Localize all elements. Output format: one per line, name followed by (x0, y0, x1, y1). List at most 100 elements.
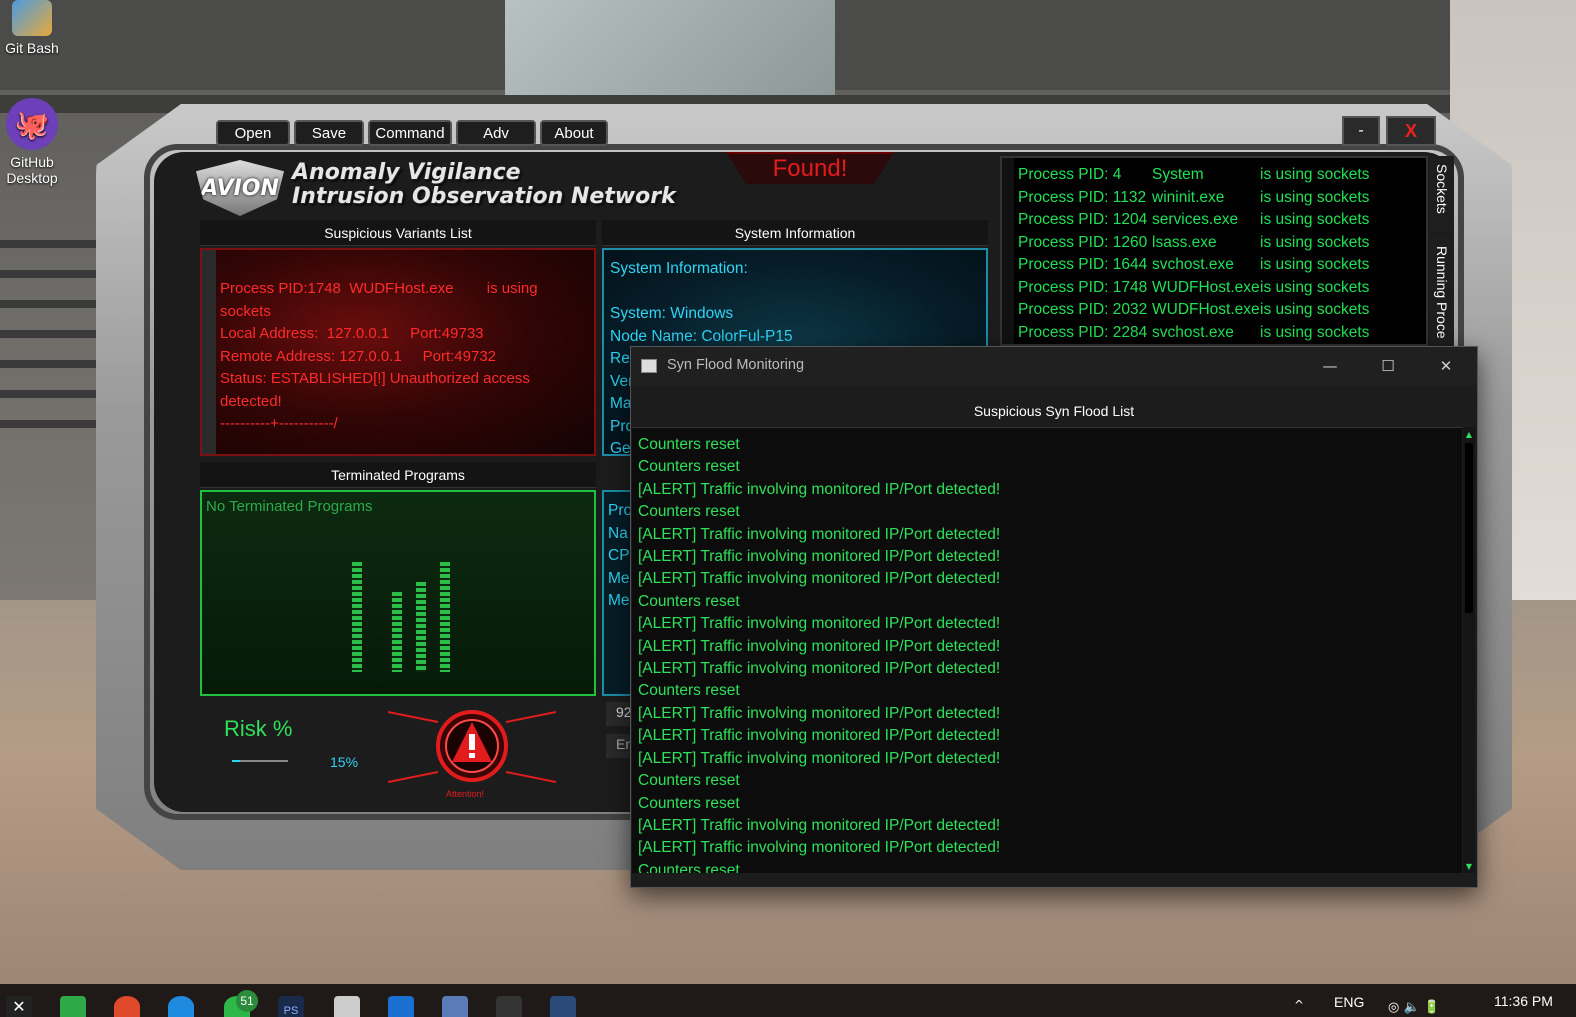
sockets-scrollbar[interactable] (1002, 158, 1014, 344)
list-item[interactable]: [ALERT] Traffic involving monitored IP/P… (638, 613, 1000, 635)
clock[interactable]: 11:36 PM (1494, 993, 1553, 1009)
edge-icon[interactable] (168, 996, 194, 1017)
attention-label: Attention! (446, 789, 485, 799)
socket-pid: Process PID: 1644 (1018, 256, 1148, 273)
photoshop-icon[interactable]: PS (278, 996, 304, 1017)
chrome-icon[interactable] (114, 996, 140, 1017)
socket-pid: Process PID: 2284 (1018, 323, 1148, 341)
risk-value: 15% (330, 754, 359, 770)
list-item[interactable]: Counters reset (638, 770, 1000, 792)
attention-warning-icon (388, 710, 556, 783)
desktop-icon-git-bash[interactable]: Git Bash (0, 0, 64, 56)
socket-status: is using sockets (1260, 323, 1370, 341)
list-item[interactable]: [ALERT] Traffic involving monitored IP/P… (638, 837, 1000, 859)
list-item[interactable]: Counters reset (638, 680, 1000, 702)
app-icon[interactable] (550, 996, 576, 1017)
vscode-icon[interactable] (388, 996, 414, 1017)
list-item[interactable]: [ALERT] Traffic involving monitored IP/P… (638, 815, 1000, 837)
socket-pid: Process PID: 1260 (1018, 233, 1148, 251)
socket-pid: Process PID: 1204 (1018, 211, 1148, 228)
decor-bar (440, 562, 450, 672)
tab-running-processes[interactable]: Running Proce (1430, 238, 1454, 348)
syn-flood-list-header: Suspicious Syn Flood List (973, 403, 1135, 419)
list-item[interactable]: [ALERT] Traffic involving monitored IP/P… (638, 524, 1000, 546)
syn-flood-list[interactable]: Counters reset Counters reset [ALERT] Traf… (632, 427, 1462, 873)
status-indicator: Found! (726, 152, 894, 184)
socket-process-name: wininit.exe (1152, 188, 1225, 206)
syn-flood-titlebar[interactable]: Syn Flood Monitoring — ☐ ✕ (631, 347, 1477, 385)
minimize-button[interactable]: — (1307, 351, 1353, 381)
logo-title-line2: Intrusion Observation Network (292, 184, 676, 209)
tab-sockets[interactable]: Sockets (1430, 156, 1454, 232)
sockets-list[interactable]: Process PID: 4 System is using sockets P… (1000, 156, 1428, 346)
tray-icons[interactable]: ◎ 🔈 🔋 (1388, 1000, 1440, 1015)
desktop-icon-github-desktop[interactable]: 🐙 GitHub Desktop (0, 98, 64, 186)
socket-process-name: System (1152, 166, 1204, 183)
list-item[interactable]: [ALERT] Traffic involving monitored IP/P… (638, 703, 1000, 725)
list-item[interactable]: [ALERT] Traffic involving monitored IP/P… (638, 479, 1000, 501)
list-item[interactable]: Counters reset (638, 434, 1000, 456)
minimize-button[interactable]: - (1342, 116, 1380, 146)
socket-status: is using sockets (1260, 233, 1370, 251)
socket-pid: Process PID: 1748 (1018, 278, 1148, 296)
maximize-button[interactable]: ☐ (1365, 351, 1411, 381)
variants-text: Process PID:1748 WUDFHost.exe is using s… (220, 280, 538, 432)
list-item[interactable]: [ALERT] Traffic involving monitored IP/P… (638, 658, 1000, 680)
list-item[interactable]: [ALERT] Traffic involving monitored IP/P… (638, 568, 1000, 590)
socket-status: is using sockets (1260, 256, 1370, 273)
start-icon[interactable]: ✕ (6, 996, 32, 1017)
terminal-icon[interactable] (496, 996, 522, 1017)
app-logo: AVION Anomaly Vigilance Intrusion Observ… (196, 156, 676, 218)
list-item[interactable]: Counters reset (638, 591, 1000, 613)
list-item[interactable]: [ALERT] Traffic involving monitored IP/P… (638, 725, 1000, 747)
terminated-programs-list[interactable]: No Terminated Programs (200, 490, 596, 696)
close-button[interactable]: ✕ (1423, 351, 1469, 381)
app-icon[interactable] (334, 996, 360, 1017)
decor-bar (416, 582, 426, 672)
git-bash-icon (12, 0, 52, 36)
scroll-down-icon[interactable]: ▼ (1463, 861, 1475, 871)
command-button[interactable]: Command (368, 120, 452, 146)
socket-pid: Process PID: 4 (1018, 166, 1122, 183)
variants-scrollbar[interactable] (202, 250, 216, 454)
desktop-icon-label: GitHub Desktop (6, 154, 58, 186)
scroll-thumb[interactable] (1465, 443, 1473, 613)
socket-process-name: WUDFHost.exe (1152, 301, 1260, 318)
logo-title-line1: Anomaly Vigilance (292, 160, 521, 185)
list-item[interactable]: Counters reset (638, 793, 1000, 815)
notification-badge: 51 (236, 990, 258, 1012)
close-button[interactable]: X (1386, 116, 1436, 146)
chevron-up-icon[interactable]: ^ (1294, 998, 1304, 1012)
socket-process-name: svchost.exe (1152, 256, 1234, 273)
building-window (505, 0, 835, 110)
adv-button[interactable]: Adv (456, 120, 536, 146)
notepad-icon[interactable] (442, 996, 468, 1017)
list-item[interactable]: Counters reset (638, 501, 1000, 523)
socket-process-name: services.exe (1152, 211, 1239, 228)
syn-flood-window: Syn Flood Monitoring — ☐ ✕ Suspicious Sy… (630, 346, 1478, 888)
list-item[interactable]: [ALERT] Traffic involving monitored IP/P… (638, 748, 1000, 770)
list-item[interactable]: Counters reset (638, 860, 1000, 873)
open-button[interactable]: Open (216, 120, 290, 146)
risk-label: Risk % (224, 716, 293, 741)
list-item[interactable]: [ALERT] Traffic involving monitored IP/P… (638, 546, 1000, 568)
app-window-icon (641, 359, 657, 373)
list-item[interactable]: [ALERT] Traffic involving monitored IP/P… (638, 636, 1000, 658)
list-item[interactable]: Counters reset (638, 456, 1000, 478)
save-button[interactable]: Save (294, 120, 364, 146)
socket-status: is using sockets (1260, 166, 1370, 183)
system-information-header: System Information (602, 220, 988, 246)
scroll-up-icon[interactable]: ▲ (1463, 429, 1475, 439)
decor-bar (352, 562, 362, 672)
risk-progress-bar (232, 760, 288, 762)
logo-badge: AVION (196, 160, 284, 216)
terminated-programs-header: Terminated Programs (200, 462, 596, 488)
risk-progress-fill (232, 760, 241, 762)
suspicious-variants-list[interactable]: Process PID:1748 WUDFHost.exe is using s… (200, 248, 596, 456)
language-indicator[interactable]: ENG (1334, 994, 1364, 1010)
about-button[interactable]: About (540, 120, 608, 146)
app-icon[interactable] (60, 996, 86, 1017)
syn-flood-items: Counters reset Counters reset [ALERT] Traf… (638, 434, 1000, 873)
socket-status: is using sockets (1260, 278, 1370, 296)
terminated-programs-text: No Terminated Programs (206, 498, 373, 515)
